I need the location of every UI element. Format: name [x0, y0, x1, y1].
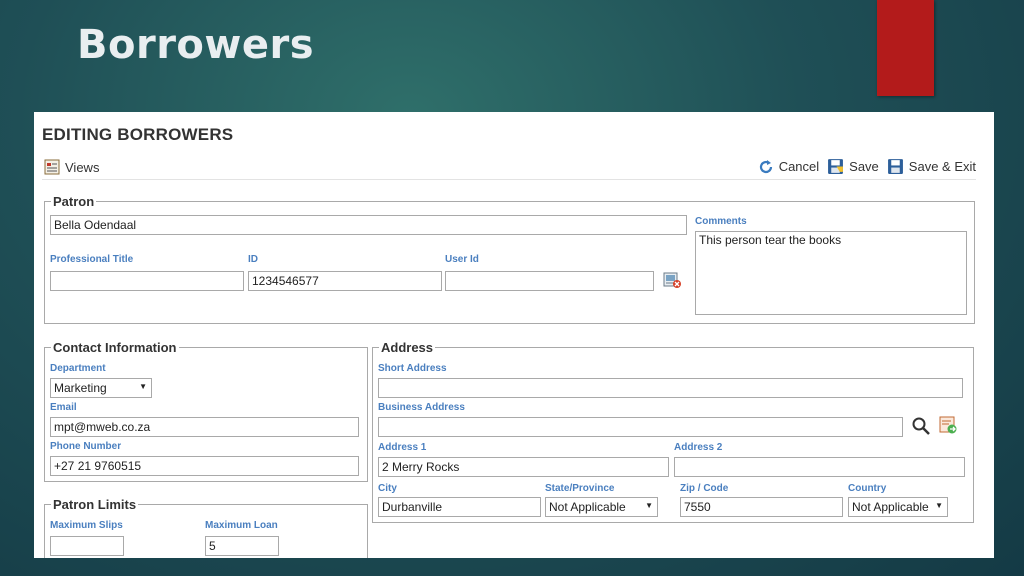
cancel-button[interactable]: Cancel	[758, 159, 819, 175]
chevron-down-icon: ▼	[935, 501, 943, 510]
state-value: Not Applicable	[549, 500, 626, 514]
department-select[interactable]: Marketing ▼	[50, 378, 152, 398]
address2-input[interactable]	[674, 457, 965, 477]
department-value: Marketing	[54, 381, 107, 395]
save-exit-button[interactable]: Save & Exit	[887, 158, 976, 175]
toolbar-left: Views	[44, 159, 99, 175]
search-icon[interactable]	[911, 416, 931, 436]
short-address-input[interactable]	[378, 378, 963, 398]
business-address-input[interactable]	[378, 417, 903, 437]
save-icon	[828, 159, 844, 174]
chevron-down-icon: ▼	[645, 501, 653, 510]
patron-limits-legend: Patron Limits	[53, 497, 137, 512]
id-label: ID	[248, 254, 258, 265]
max-loan-input[interactable]	[205, 536, 279, 556]
phone-label: Phone Number	[50, 441, 122, 452]
user-id-input[interactable]	[445, 271, 654, 291]
max-slips-label: Maximum Slips	[50, 520, 123, 531]
professional-title-label: Professional Title	[50, 254, 134, 265]
save-exit-icon	[887, 159, 903, 174]
address1-input[interactable]	[378, 457, 669, 477]
state-label: State/Province	[545, 483, 615, 494]
city-label: City	[378, 483, 397, 494]
save-button[interactable]: Save	[827, 158, 879, 175]
address-legend: Address	[381, 340, 434, 355]
email-input[interactable]	[50, 417, 359, 437]
user-lookup-icon[interactable]	[663, 271, 682, 289]
red-accent-bar	[877, 0, 934, 96]
slide-title: Borrowers	[77, 22, 315, 68]
toolbar-right: Cancel Save Save & Exit	[750, 158, 976, 175]
cancel-icon	[759, 159, 772, 173]
short-address-label: Short Address	[378, 363, 447, 374]
zip-input[interactable]	[680, 497, 843, 517]
comments-label: Comments	[695, 216, 747, 227]
id-input[interactable]	[248, 271, 442, 291]
save-label: Save	[849, 159, 879, 174]
views-button[interactable]: Views	[44, 159, 99, 175]
chevron-down-icon: ▼	[139, 382, 147, 391]
department-label: Department	[50, 363, 106, 374]
views-label: Views	[65, 159, 100, 175]
address1-label: Address 1	[378, 442, 427, 453]
phone-input[interactable]	[50, 456, 359, 476]
max-slips-input[interactable]	[50, 536, 124, 556]
state-select[interactable]: Not Applicable ▼	[545, 497, 658, 517]
toolbar-divider	[42, 179, 976, 180]
country-value: Not Applicable	[852, 500, 929, 514]
max-loan-label: Maximum Loan	[205, 520, 278, 531]
patron-name-input[interactable]	[50, 215, 687, 235]
contact-legend: Contact Information	[53, 340, 177, 355]
country-select[interactable]: Not Applicable ▼	[848, 497, 948, 517]
save-exit-label: Save & Exit	[908, 159, 976, 174]
cancel-label: Cancel	[778, 159, 820, 174]
business-address-label: Business Address	[378, 402, 465, 413]
country-label: Country	[848, 483, 887, 494]
user-id-label: User Id	[445, 254, 479, 265]
professional-title-input[interactable]	[50, 271, 244, 291]
email-label: Email	[50, 402, 77, 413]
city-input[interactable]	[378, 497, 541, 517]
comments-textarea[interactable]: This person tear the books	[695, 231, 967, 315]
address2-label: Address 2	[674, 442, 723, 453]
page-heading: EDITING BORROWERS	[42, 125, 234, 144]
zip-label: Zip / Code	[680, 483, 729, 494]
views-icon	[44, 159, 60, 175]
address-lookup-icon[interactable]	[939, 416, 958, 435]
patron-legend: Patron	[53, 194, 95, 209]
editing-panel: EDITING BORROWERS Views Cancel Save Save…	[34, 112, 994, 558]
